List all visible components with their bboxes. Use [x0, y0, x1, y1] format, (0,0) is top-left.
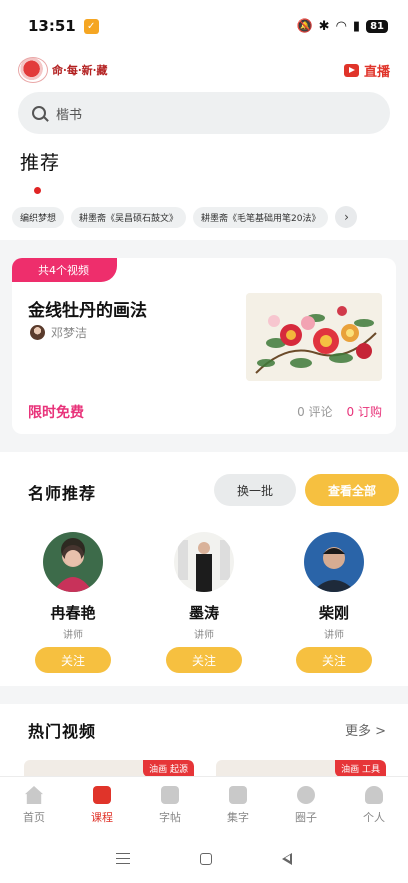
tab-indicator [34, 187, 41, 194]
category-chips: 编织梦想 耕墨斋《吴昌硕石鼓文》 耕墨斋《毛笔基础用笔20法》 › [12, 206, 408, 228]
status-bar: 13:51 ✓ 🔕 ✱ ◠ ▮ 81 [0, 0, 408, 52]
app-logo[interactable]: 命·每·新·藏 [18, 57, 108, 83]
circle-icon [297, 786, 315, 804]
video-tag: 油画 工具 [335, 760, 386, 776]
teacher-card[interactable]: 冉春艳 讲师 关注 [28, 532, 118, 673]
system-nav-bar [0, 834, 408, 883]
course-thumbnail[interactable] [246, 293, 382, 381]
teacher-role: 讲师 [63, 630, 83, 641]
tab-copybook[interactable]: 字帖 [136, 777, 204, 834]
wifi-icon: ◠ [335, 18, 347, 34]
tab-circle[interactable]: 圈子 [272, 777, 340, 834]
teacher-role: 讲师 [194, 630, 214, 641]
tab-label: 圈子 [295, 811, 317, 824]
collect-icon [229, 786, 247, 804]
follow-button[interactable]: 关注 [166, 647, 242, 673]
course-title: 金线牡丹的画法 [28, 301, 147, 321]
search-input[interactable]: 楷书 [18, 92, 390, 134]
switch-batch-button[interactable]: 换一批 [214, 474, 296, 506]
section-title: 热门视频 [28, 722, 97, 741]
chip[interactable]: 耕墨斋《吴昌硕石鼓文》 [71, 206, 187, 228]
price-label: 限时免费 [28, 405, 84, 421]
recommend-title: 推荐 [20, 152, 61, 174]
chevron-right-icon[interactable]: › [335, 206, 358, 228]
view-all-button[interactable]: 查看全部 [305, 474, 399, 506]
back-icon[interactable] [282, 852, 292, 865]
home-icon [25, 786, 43, 804]
tab-home[interactable]: 首页 [0, 777, 68, 834]
tab-label: 课程 [91, 811, 113, 824]
status-time: 13:51 [28, 17, 76, 35]
video-tag: 油画 起源 [143, 760, 194, 776]
teacher-card[interactable]: 墨涛 讲师 关注 [159, 532, 249, 673]
follow-button[interactable]: 关注 [296, 647, 372, 673]
copybook-icon [161, 786, 179, 804]
more-link[interactable]: 更多 > [345, 720, 386, 739]
chip[interactable]: 耕墨斋《毛笔基础用笔20法》 [193, 206, 329, 228]
bottom-tab-bar: 首页 课程 字帖 集字 圈子 个人 [0, 776, 408, 834]
battery-icon: 81 [366, 19, 388, 33]
teacher-name: 墨涛 [188, 604, 219, 622]
teacher-role: 讲师 [324, 630, 344, 641]
peony-painting-image [246, 293, 382, 381]
search-icon [32, 106, 46, 120]
hot-videos-section: 热门视频 更多 > 油画 起源 油画 工具 [0, 704, 408, 776]
app-notification-icon: ✓ [83, 18, 99, 34]
tab-label: 个人 [363, 811, 385, 824]
tab-label: 集字 [227, 811, 249, 824]
user-icon [365, 786, 383, 804]
recommend-header: 推荐 [20, 148, 60, 194]
avatar [304, 532, 364, 592]
chip[interactable]: 编织梦想 [12, 206, 65, 228]
logo-text: 命·每·新·藏 [52, 64, 108, 77]
bluetooth-icon: ✱ [318, 18, 330, 34]
featured-course-card[interactable]: 共4个视频 金线牡丹的画法 邓梦洁 限时免费 0 评论 0 订购 [12, 258, 396, 434]
tab-profile[interactable]: 个人 [340, 777, 408, 834]
live-button[interactable]: 直播 [343, 61, 390, 80]
avatar [174, 532, 234, 592]
live-icon [343, 63, 359, 77]
teachers-section: 名师推荐 换一批 查看全部 冉春艳 讲师 关注 墨涛 讲师 关注 柴刚 讲师 关… [0, 460, 408, 686]
comment-count: 0 评论 [297, 405, 333, 419]
signal-icon: ▮ [352, 18, 361, 34]
teacher-name: 邓梦洁 [51, 326, 88, 340]
recent-apps-icon[interactable] [116, 853, 130, 864]
video-count-badge: 共4个视频 [12, 258, 117, 282]
tab-collect[interactable]: 集字 [204, 777, 272, 834]
mute-icon: 🔕 [296, 18, 313, 34]
avatar [30, 325, 45, 340]
teacher-card[interactable]: 柴刚 讲师 关注 [289, 532, 379, 673]
teacher-name: 冉春艳 [50, 604, 96, 622]
teacher-name: 柴刚 [318, 604, 349, 622]
follow-button[interactable]: 关注 [35, 647, 111, 673]
course-stats: 0 评论 0 订购 [297, 403, 382, 420]
app-header: 命·每·新·藏 直播 [0, 52, 408, 88]
tab-label: 字帖 [159, 811, 181, 824]
logo-seal-icon [18, 57, 48, 83]
search-placeholder: 楷书 [56, 107, 83, 123]
tab-course[interactable]: 课程 [68, 777, 136, 834]
course-teacher[interactable]: 邓梦洁 [30, 324, 87, 341]
live-label: 直播 [363, 64, 390, 80]
video-card[interactable]: 油画 工具 [216, 760, 386, 776]
avatar [43, 532, 103, 592]
order-count: 0 订购 [346, 405, 382, 419]
video-card[interactable]: 油画 起源 [24, 760, 194, 776]
section-divider [0, 686, 408, 704]
home-button-icon[interactable] [200, 852, 212, 865]
tab-label: 首页 [23, 811, 45, 824]
course-icon [93, 786, 111, 804]
status-icons: 🔕 ✱ ◠ ▮ 81 [296, 19, 388, 34]
section-title: 名师推荐 [28, 484, 97, 503]
